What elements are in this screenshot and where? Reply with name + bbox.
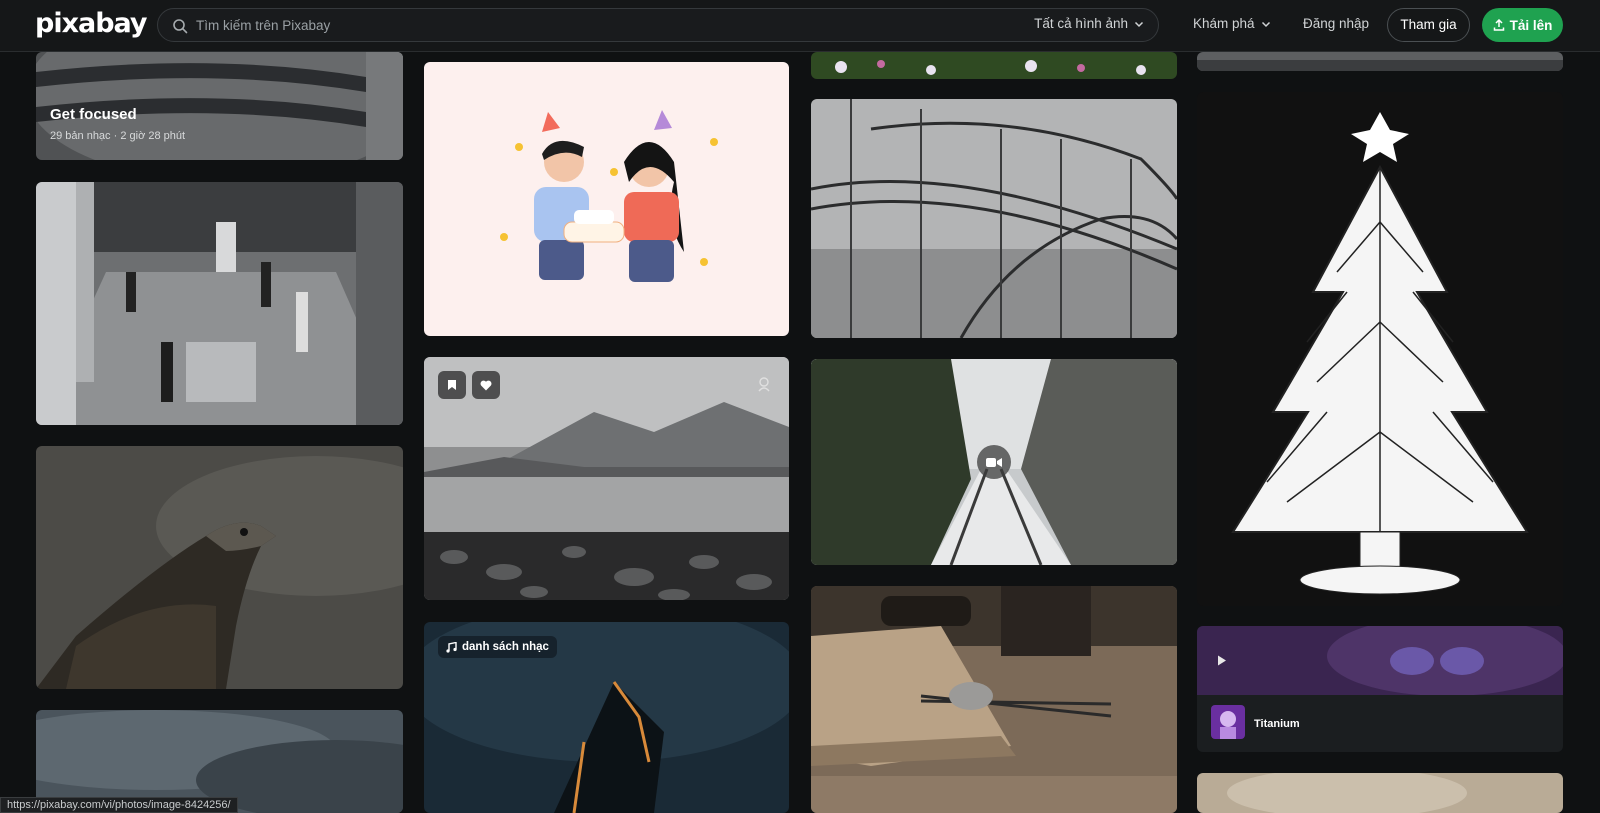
like-button[interactable]	[472, 371, 500, 399]
image-card-museum-hall[interactable]	[36, 182, 403, 425]
image-card-top-partial[interactable]	[1197, 52, 1563, 71]
link-status-bar: https://pixabay.com/vi/photos/image-8424…	[0, 797, 238, 813]
museum-photo	[36, 182, 403, 425]
image-card-old-book-scissors[interactable]	[811, 586, 1177, 813]
partial-photo	[1197, 52, 1563, 71]
chevron-down-icon	[1134, 21, 1144, 27]
bookmark-icon	[448, 380, 456, 390]
image-card-christmas-tree[interactable]	[1197, 92, 1563, 606]
ai-badge-icon	[758, 377, 770, 392]
bookmark-button[interactable]	[438, 371, 466, 399]
old-book-photo	[811, 586, 1177, 813]
image-card-falcon[interactable]	[36, 446, 403, 689]
partial-photo-fur	[1197, 773, 1563, 813]
login-link[interactable]: Đăng nhập	[1303, 16, 1369, 31]
music-note-icon	[446, 641, 457, 653]
explore-menu[interactable]: Khám phá	[1193, 16, 1271, 31]
top-navigation-bar: pixabay Tất cả hình ảnh Khám phá Đăng nh…	[0, 0, 1600, 52]
chevron-down-icon	[1261, 21, 1270, 27]
playlist-card-building[interactable]: danh sách nhạc	[424, 622, 789, 813]
pixabay-logo[interactable]: pixabay	[35, 8, 148, 39]
filter-label: Tất cả hình ảnh	[1034, 16, 1128, 31]
playlist-card-get-focused[interactable]: Get focused 29 bản nhạc · 2 giờ 28 phút	[36, 52, 403, 160]
roller-coaster-photo	[811, 99, 1177, 338]
upload-icon	[1493, 19, 1504, 31]
search-icon	[173, 19, 188, 34]
playlist-badge-label: danh sách nhạc	[462, 641, 549, 653]
flowers-photo	[811, 52, 1177, 79]
video-camera-icon	[986, 457, 1002, 467]
upload-button[interactable]: Tải lên	[1482, 8, 1563, 42]
heart-icon	[480, 380, 492, 390]
track-title: Titanium	[1254, 718, 1300, 730]
christmas-tree-illustration	[1197, 92, 1563, 606]
join-button[interactable]: Tham gia	[1387, 8, 1470, 42]
page-scrollbar[interactable]	[1588, 52, 1600, 813]
image-card-mountain-lake[interactable]	[424, 357, 789, 600]
media-type-filter-dropdown[interactable]: Tất cả hình ảnh	[1034, 16, 1144, 31]
video-card-snowy-railway[interactable]	[811, 359, 1177, 565]
play-icon[interactable]	[1217, 655, 1227, 666]
search-input[interactable]	[196, 9, 996, 41]
video-indicator	[977, 445, 1011, 479]
playlist-badge: danh sách nhạc	[438, 636, 557, 658]
track-waveform-cover	[1197, 626, 1563, 696]
falcon-photo	[36, 446, 403, 689]
image-card-birthday-illustration[interactable]	[424, 62, 789, 336]
playlist-title: Get focused	[50, 106, 137, 123]
image-card-roller-coaster[interactable]	[811, 99, 1177, 338]
image-card-flowers[interactable]	[811, 52, 1177, 79]
explore-label: Khám phá	[1193, 16, 1255, 31]
search-bar[interactable]: Tất cả hình ảnh	[157, 8, 1159, 42]
playlist-meta: 29 bản nhạc · 2 giờ 28 phút	[50, 130, 186, 142]
image-card-bottom-partial[interactable]	[1197, 773, 1563, 813]
upload-label: Tải lên	[1509, 17, 1553, 33]
music-track-card[interactable]: Titanium	[1197, 626, 1563, 752]
track-thumbnail	[1211, 705, 1245, 739]
birthday-illustration	[424, 62, 789, 336]
